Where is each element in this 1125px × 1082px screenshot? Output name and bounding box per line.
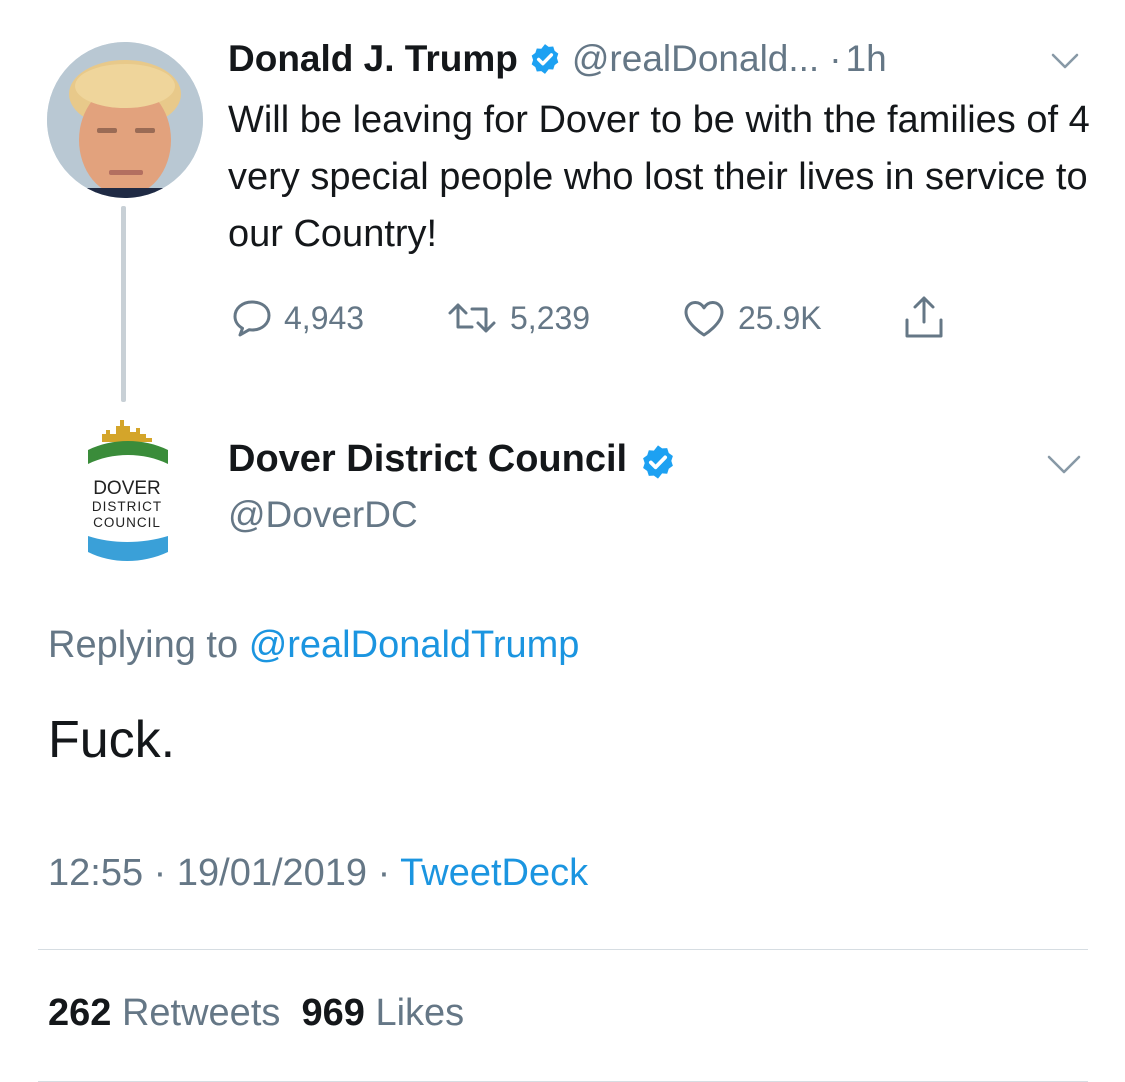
logo-text-dover: DOVER (93, 478, 161, 499)
verified-badge-icon (528, 42, 562, 76)
share-button[interactable] (900, 292, 948, 344)
reply-count: 4,943 (284, 299, 365, 336)
meta-dot: · (153, 852, 167, 894)
verified-badge-icon (639, 443, 673, 479)
tweet-stats: 262 Retweets 969 Likes (48, 992, 464, 1035)
replying-prefix: Replying to (48, 624, 239, 666)
retweet-icon (442, 294, 502, 342)
retweets-stat[interactable]: 262 Retweets (48, 992, 280, 1034)
logo-text-district: DISTRICT (92, 499, 162, 514)
trump-tweet-text: Will be leaving for Dover to be with the… (228, 99, 1090, 255)
reply-icon (228, 294, 276, 342)
retweets-count: 262 (48, 992, 112, 1034)
trump-avatar[interactable] (47, 42, 203, 198)
trump-time-ago[interactable]: 1h (846, 38, 887, 80)
retweet-button[interactable]: 5,239 (442, 292, 590, 344)
share-icon (900, 292, 948, 344)
likes-count: 969 (301, 992, 365, 1034)
replying-to-line: Replying to @realDonaldTrump (48, 624, 579, 667)
dover-author-name[interactable]: Dover District Council (228, 438, 627, 481)
tweet-meta: 12:55 · 19/01/2019 · TweetDeck (48, 852, 588, 895)
time-separator: · (829, 38, 842, 79)
like-button[interactable]: 25.9K (678, 292, 822, 344)
meta-dot: · (377, 852, 391, 894)
chevron-down-icon[interactable] (1050, 50, 1080, 72)
chevron-down-icon[interactable] (1046, 452, 1082, 476)
divider (38, 949, 1088, 950)
retweet-count: 5,239 (510, 299, 591, 336)
trump-author-name[interactable]: Donald J. Trump (228, 38, 518, 80)
tweet-actions: 4,943 5,239 25.9K (228, 292, 968, 344)
dover-author-name-row: Dover District Council (228, 438, 683, 481)
like-count: 25.9K (738, 299, 822, 336)
tweet-date: 19/01/2019 (176, 852, 368, 894)
tweet-source-link[interactable]: TweetDeck (400, 852, 588, 894)
trump-tweet-header: Donald J. Trump @realDonald... · 1h (228, 36, 887, 82)
dover-author-handle[interactable]: @DoverDC (228, 494, 418, 536)
heart-icon (678, 294, 730, 342)
replying-to-link[interactable]: @realDonaldTrump (249, 624, 580, 666)
thread-line (121, 206, 126, 402)
tweet-time: 12:55 (48, 852, 144, 894)
dover-council-logo[interactable]: DOVER DISTRICT COUNCIL (82, 412, 172, 564)
likes-label: Likes (375, 992, 465, 1034)
logo-text-council: COUNCIL (93, 515, 161, 530)
trump-author-handle[interactable]: @realDonald... (572, 38, 819, 80)
reply-button[interactable]: 4,943 (228, 292, 364, 344)
retweets-label: Retweets (121, 992, 281, 1034)
likes-stat[interactable]: 969 Likes (302, 992, 465, 1034)
reply-tweet-text: Fuck. (48, 711, 176, 769)
